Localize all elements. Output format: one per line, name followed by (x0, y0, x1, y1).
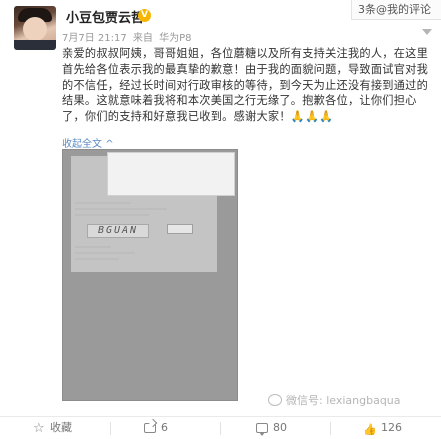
favorite-button[interactable]: 收藏 (33, 417, 72, 439)
wechat-watermark: 微信号: lexiangbaqua (268, 392, 401, 408)
action-bar: 收藏 6 80 126 (0, 416, 441, 439)
image-text-line (75, 214, 149, 216)
image-dialog-box (107, 152, 235, 196)
image-text-line (75, 202, 131, 204)
thumbs-up-icon (363, 419, 377, 439)
wechat-icon (268, 394, 282, 406)
favorite-label: 收藏 (50, 421, 72, 434)
post-date: 7月7日 21:17 (62, 33, 127, 44)
chevron-down-icon[interactable] (421, 26, 433, 38)
image-captcha: BGUAN (87, 224, 149, 238)
image-submit-button-shape (167, 224, 193, 234)
star-icon (33, 418, 45, 439)
image-text-line (75, 208, 167, 210)
post-content: 亲爱的叔叔阿姨，哥哥姐姐，各位蘑糖以及所有支持关注我的人，在这里首先给各位表示我… (62, 46, 436, 125)
post-meta: 7月7日 21:17 来自 华为P8 (62, 29, 195, 44)
comment-icon (256, 423, 268, 436)
avatar[interactable] (14, 6, 56, 50)
author-name[interactable]: 小豆包贾云哲 (66, 7, 144, 26)
divider (220, 422, 221, 435)
comment-count: 80 (273, 421, 287, 434)
post-source-prefix: 来自 (132, 33, 153, 44)
like-count: 126 (381, 421, 402, 434)
watermark-text: 微信号: lexiangbaqua (286, 394, 401, 407)
avatar-shirt (14, 40, 56, 50)
post-source[interactable]: 华为P8 (159, 33, 191, 44)
image-text-line (75, 246, 111, 248)
image-text-line (75, 252, 135, 254)
repost-button[interactable]: 6 (144, 417, 168, 439)
avatar-face (23, 17, 47, 41)
verified-badge-icon: V (138, 9, 151, 22)
image-text-line (75, 258, 119, 260)
comment-button[interactable]: 80 (256, 417, 287, 439)
praying-hands-emoji: 🙏🙏🙏 (290, 110, 334, 124)
like-button[interactable]: 126 (363, 417, 402, 439)
divider (110, 422, 111, 435)
post-text: 亲爱的叔叔阿姨，哥哥姐姐，各位蘑糖以及所有支持关注我的人，在这里首先给各位表示我… (62, 47, 429, 124)
share-icon (144, 423, 156, 433)
post-image[interactable]: BGUAN (62, 149, 238, 401)
collapse-full-text-link[interactable]: 收起全文 ^ (62, 135, 114, 150)
repost-count: 6 (161, 421, 168, 434)
mention-notification[interactable]: 3条@我的评论 (351, 0, 441, 20)
divider (330, 422, 331, 435)
